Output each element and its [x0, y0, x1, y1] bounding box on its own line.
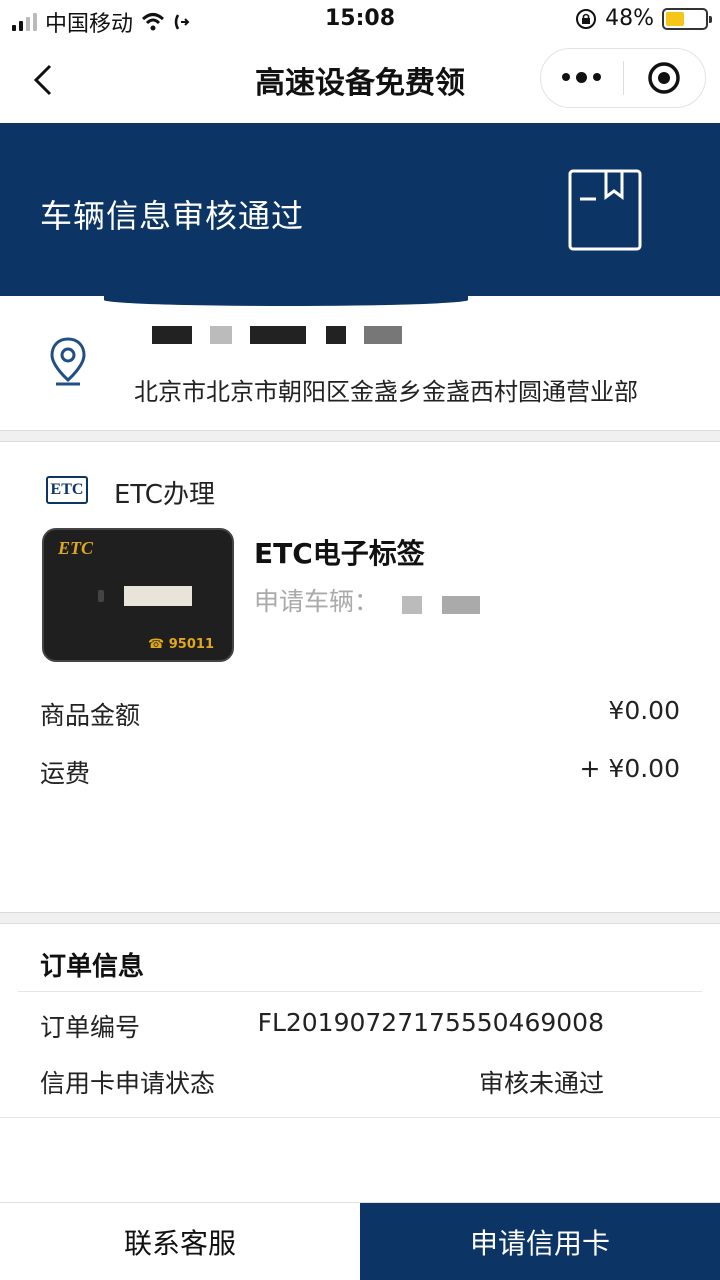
- price-label: 商品金额: [40, 701, 141, 730]
- mini-program-capsule: [540, 48, 706, 108]
- product-name: ETC电子标签: [254, 537, 425, 570]
- product-section: ETC ETC办理 ETC ☎ 95011 ETC电子标签 申请车辆： 商品金额…: [0, 442, 720, 912]
- clipboard-icon: [568, 169, 642, 251]
- banner-notch: [104, 294, 468, 306]
- battery-percent: 48%: [605, 6, 654, 31]
- target-icon[interactable]: [624, 60, 706, 96]
- contact-service-button[interactable]: 联系客服: [0, 1203, 360, 1280]
- nav-bar: 高速设备免费领: [0, 40, 720, 122]
- device-led: [98, 590, 104, 602]
- shipping-label: 运费: [40, 759, 91, 788]
- shipping-value: + ¥0.00: [579, 754, 680, 783]
- masked-plate: [402, 596, 422, 614]
- apply-credit-card-button[interactable]: 申请信用卡: [360, 1203, 720, 1280]
- order-number-value: FL20190727175550469008: [257, 1008, 604, 1037]
- masked-phone-part: [364, 326, 402, 344]
- bottom-action-bar: 联系客服 申请信用卡: [0, 1202, 720, 1280]
- address-card[interactable]: 北京市北京市朝阳区金盏乡金盏西村圆通营业部: [0, 306, 720, 430]
- rotation-lock-icon: [576, 8, 597, 29]
- masked-name-part: [210, 326, 232, 344]
- order-info-title: 订单信息: [40, 952, 145, 982]
- masked-phone-part: [326, 326, 346, 344]
- device-card-slot: [124, 586, 192, 606]
- device-hotline: ☎ 95011: [148, 637, 214, 652]
- status-banner: 车辆信息审核通过: [0, 123, 720, 296]
- card-status-value: 审核未通过: [478, 1069, 604, 1098]
- vehicle-label: 申请车辆：: [254, 587, 380, 616]
- more-dots-icon[interactable]: [541, 71, 623, 83]
- order-info-section: 订单信息 订单编号 FL20190727175550469008 信用卡申请状态…: [0, 924, 720, 1118]
- section-divider: [0, 430, 720, 442]
- device-logo: ETC: [58, 538, 94, 558]
- battery-icon: [662, 7, 712, 30]
- price-value: ¥0.00: [608, 696, 680, 725]
- section-divider: [0, 912, 720, 924]
- order-number-label: 订单编号: [40, 1013, 141, 1042]
- etc-device-image: ETC ☎ 95011: [42, 528, 234, 662]
- order-divider: [18, 991, 702, 992]
- masked-plate-part: [442, 596, 480, 614]
- status-bar: 中国移动 15:08 48%: [0, 0, 720, 40]
- banner-status-text: 车辆信息审核通过: [40, 197, 305, 235]
- masked-name: [152, 326, 192, 344]
- card-status-label: 信用卡申请状态: [40, 1069, 216, 1098]
- section-label: ETC办理: [114, 480, 215, 510]
- masked-phone: [250, 326, 306, 344]
- status-right: 48%: [575, 6, 712, 31]
- etc-badge-icon: ETC: [46, 476, 88, 504]
- address-text: 北京市北京市朝阳区金盏乡金盏西村圆通营业部: [134, 378, 638, 406]
- location-pin-icon: [50, 337, 86, 386]
